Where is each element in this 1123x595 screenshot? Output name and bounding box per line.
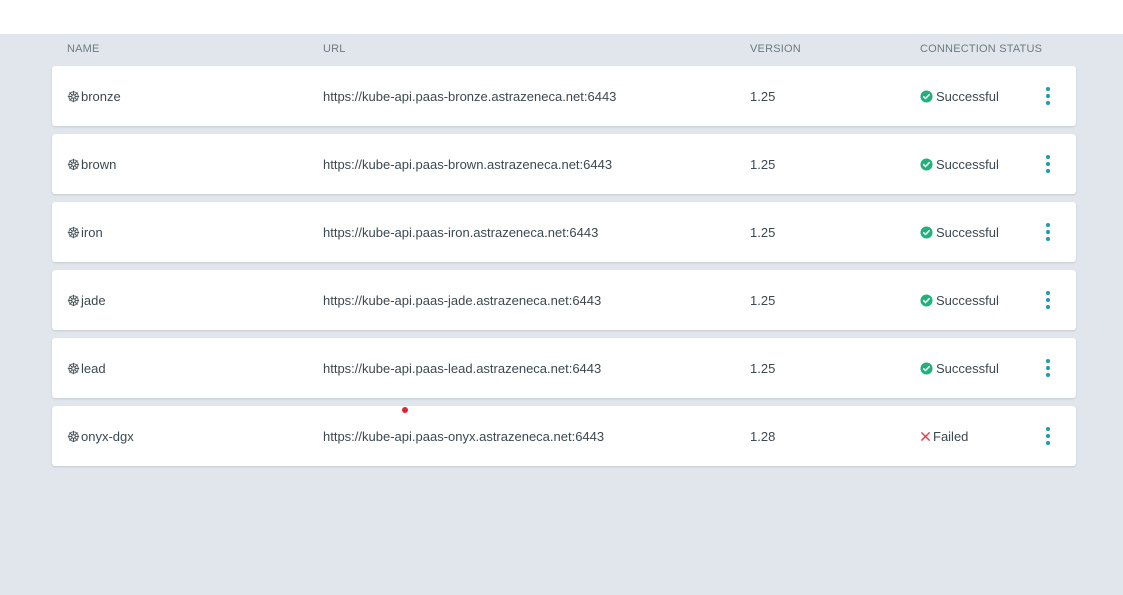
version-cell: 1.25 — [750, 156, 776, 172]
cluster-name: onyx-dgx — [81, 428, 134, 444]
column-header-url[interactable]: URL — [323, 43, 346, 55]
x-icon — [921, 431, 930, 441]
cluster-name: brown — [81, 156, 117, 172]
name-cell: bronze — [67, 66, 121, 126]
more-vertical-icon — [1046, 427, 1050, 445]
row-menu-button[interactable] — [1038, 134, 1058, 194]
cluster-name: bronze — [81, 88, 121, 104]
kubernetes-helm-icon — [67, 294, 80, 306]
url-cell: https://kube-api.paas-iron.astrazeneca.n… — [323, 224, 599, 240]
url-cell: https://kube-api.paas-brown.astrazeneca.… — [323, 156, 613, 172]
check-circle-icon — [920, 293, 933, 307]
cluster-name: iron — [81, 224, 103, 240]
status-text: Successful — [936, 88, 999, 104]
top-bar — [0, 0, 1123, 34]
status-text: Successful — [936, 224, 999, 240]
url-cell: https://kube-api.paas-onyx.astrazeneca.n… — [323, 428, 605, 444]
name-cell: onyx-dgx — [67, 406, 134, 466]
kubernetes-helm-icon — [67, 226, 80, 238]
kubernetes-helm-icon — [67, 430, 80, 442]
status-text: Successful — [936, 360, 999, 376]
column-header-connection-status[interactable]: CONNECTION STATUS — [920, 43, 1042, 55]
cluster-name: jade — [81, 292, 106, 308]
column-header-name[interactable]: NAME — [67, 43, 100, 55]
version-cell: 1.25 — [750, 360, 776, 376]
kubernetes-helm-icon — [67, 362, 80, 374]
table-row[interactable]: brown https://kube-api.paas-brown.astraz… — [52, 134, 1076, 194]
check-circle-icon — [920, 89, 933, 103]
table-row[interactable]: jade https://kube-api.paas-jade.astrazen… — [52, 270, 1076, 330]
check-circle-icon — [920, 225, 933, 239]
status-cell: Successful — [920, 134, 999, 194]
more-vertical-icon — [1046, 291, 1050, 309]
version-cell: 1.28 — [750, 428, 776, 444]
status-cell: Failed — [920, 406, 968, 466]
column-header-version[interactable]: VERSION — [750, 43, 801, 55]
name-cell: brown — [67, 134, 116, 194]
cursor-marker — [402, 407, 408, 413]
table-header: NAME URL VERSION CONNECTION STATUS — [0, 34, 1123, 66]
status-cell: Successful — [920, 66, 999, 126]
status-cell: Successful — [920, 270, 999, 330]
url-cell: https://kube-api.paas-lead.astrazeneca.n… — [323, 360, 602, 376]
status-text: Failed — [933, 428, 969, 444]
table-row[interactable]: lead https://kube-api.paas-lead.astrazen… — [52, 338, 1076, 398]
kubernetes-helm-icon — [67, 158, 80, 170]
check-circle-icon — [920, 157, 933, 171]
row-menu-button[interactable] — [1038, 406, 1058, 466]
status-cell: Successful — [920, 338, 999, 398]
more-vertical-icon — [1046, 87, 1050, 105]
url-cell: https://kube-api.paas-jade.astrazeneca.n… — [323, 292, 602, 308]
clusters-table: bronze https://kube-api.paas-bronze.astr… — [52, 66, 1076, 474]
url-cell: https://kube-api.paas-bronze.astrazeneca… — [323, 88, 617, 104]
status-text: Successful — [936, 156, 999, 172]
table-row[interactable]: onyx-dgx https://kube-api.paas-onyx.astr… — [52, 406, 1076, 466]
version-cell: 1.25 — [750, 224, 776, 240]
version-cell: 1.25 — [750, 88, 776, 104]
row-menu-button[interactable] — [1038, 202, 1058, 262]
row-menu-button[interactable] — [1038, 338, 1058, 398]
cluster-name: lead — [81, 360, 106, 376]
row-menu-button[interactable] — [1038, 66, 1058, 126]
status-cell: Successful — [920, 202, 999, 262]
table-row[interactable]: iron https://kube-api.paas-iron.astrazen… — [52, 202, 1076, 262]
more-vertical-icon — [1046, 155, 1050, 173]
kubernetes-helm-icon — [67, 90, 80, 102]
status-text: Successful — [936, 292, 999, 308]
check-circle-icon — [920, 361, 933, 375]
row-menu-button[interactable] — [1038, 270, 1058, 330]
name-cell: lead — [67, 338, 106, 398]
table-row[interactable]: bronze https://kube-api.paas-bronze.astr… — [52, 66, 1076, 126]
name-cell: jade — [67, 270, 106, 330]
more-vertical-icon — [1046, 223, 1050, 241]
name-cell: iron — [67, 202, 103, 262]
more-vertical-icon — [1046, 359, 1050, 377]
version-cell: 1.25 — [750, 292, 776, 308]
